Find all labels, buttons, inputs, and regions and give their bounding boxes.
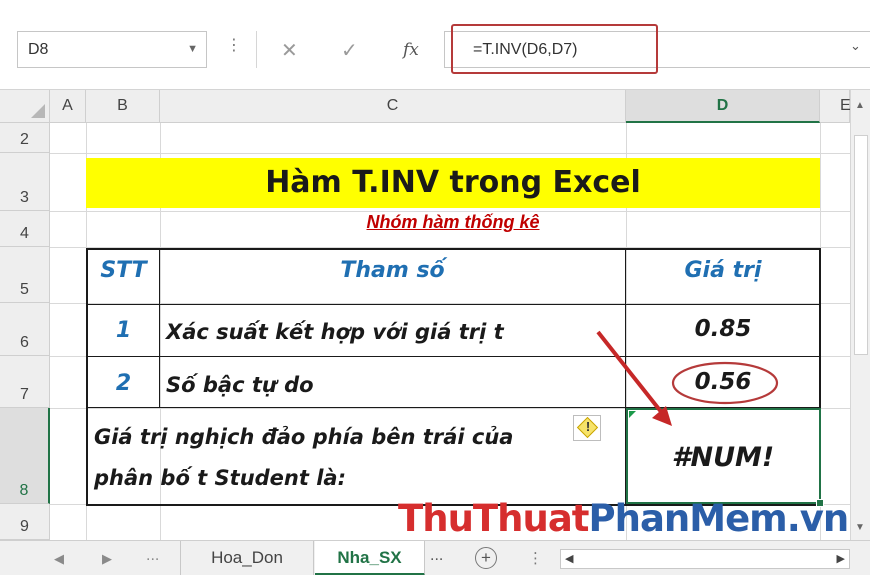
highlight-ellipse <box>671 361 779 405</box>
column-header-d[interactable]: D <box>626 90 820 123</box>
row-number: 2 <box>20 131 29 148</box>
chevron-down-icon[interactable]: ▼ <box>187 43 198 55</box>
formula-highlight-box <box>451 24 658 74</box>
tab-nha-sx[interactable]: Nha_SX <box>315 541 425 575</box>
enter-icon[interactable]: ✓ <box>341 38 358 63</box>
watermark: ThuThuatPhanMem.vn <box>398 497 850 540</box>
row-header-4[interactable]: 4 <box>0 211 50 247</box>
tab-split-handle[interactable]: ⋮ <box>528 549 543 567</box>
tab-overflow[interactable]: ... <box>430 547 443 565</box>
scroll-left-icon[interactable]: ◀ <box>565 552 573 565</box>
row-header-8[interactable]: 8 <box>0 408 50 504</box>
row-number: 8 <box>19 482 29 499</box>
vertical-scrollbar[interactable]: ▲ ▼ <box>850 90 870 540</box>
header-stt: STT <box>100 258 147 283</box>
row-header-5[interactable]: 5 <box>0 247 50 303</box>
result-label-line1[interactable]: Giá trị nghịch đảo phía bên trái của <box>94 425 574 449</box>
annotation-overlay <box>596 330 779 426</box>
row-header-3[interactable]: 3 <box>0 153 50 211</box>
cell-param-2[interactable]: Số bậc tự do <box>166 373 624 397</box>
scroll-thumb[interactable] <box>854 135 868 355</box>
sheet-title: Hàm T.INV trong Excel <box>265 165 641 200</box>
result-label-line2[interactable]: phân bố t Student là: <box>94 466 574 490</box>
tab-more-left[interactable]: ... <box>146 547 159 565</box>
add-sheet-button[interactable]: + <box>475 547 497 569</box>
column-header-a[interactable]: A <box>50 90 86 123</box>
tab-hoa-don[interactable]: Hoa_Don <box>180 541 314 575</box>
row-number: 3 <box>20 189 29 206</box>
cancel-icon[interactable]: ✕ <box>281 38 298 63</box>
column-header-e[interactable]: E <box>820 90 851 123</box>
row-header-9[interactable]: 9 <box>0 504 50 540</box>
more-options-icon[interactable]: ⋮ <box>226 38 242 54</box>
row-header-6[interactable]: 6 <box>0 303 50 356</box>
formula-bar: D8 ▼ ⋮ ✕ ✓ fx =T.INV(D6,D7) ⌄ <box>0 0 870 90</box>
select-all-corner[interactable] <box>0 90 50 123</box>
row-number: 9 <box>20 518 29 535</box>
row-header-7[interactable]: 7 <box>0 356 50 408</box>
watermark-part1: ThuThuat <box>398 497 589 540</box>
scroll-down-icon[interactable]: ▼ <box>855 522 865 533</box>
name-box-value: D8 <box>28 41 49 58</box>
name-box[interactable]: D8 ▼ <box>17 31 207 68</box>
scroll-right-icon[interactable]: ▶ <box>837 552 845 565</box>
cell-stt-1[interactable]: 1 <box>88 318 159 343</box>
header-param: Tham số <box>340 258 445 283</box>
horizontal-scrollbar[interactable]: ◀ ▶ <box>560 549 850 569</box>
watermark-part2: PhanMem.vn <box>588 497 850 540</box>
cell-param-1[interactable]: Xác suất kết hợp với giá trị t <box>166 320 624 344</box>
tab-next-icon[interactable]: ▶ <box>102 551 112 567</box>
row-number: 4 <box>20 225 29 242</box>
row-header-2[interactable]: 2 <box>0 123 50 153</box>
sheet-tab-bar: ◀ ▶ ... Hoa_Don Nha_SX ... + ⋮ ◀ ▶ <box>0 540 870 575</box>
row-number: 5 <box>20 281 29 298</box>
insert-function-icon[interactable]: fx <box>403 40 419 60</box>
formula-buttons: ✕ ✓ fx <box>256 31 444 68</box>
scroll-up-icon[interactable]: ▲ <box>855 100 865 111</box>
annotation-arrow-line <box>596 330 668 420</box>
table-border-top <box>86 248 821 250</box>
gridline <box>50 153 850 154</box>
header-value: Giá trị <box>684 258 762 283</box>
column-header-c[interactable]: C <box>160 90 626 123</box>
sheet-subtitle: Nhóm hàm thống kê <box>366 212 540 232</box>
annotation-arrow-head <box>652 406 672 426</box>
column-header-b[interactable]: B <box>86 90 160 123</box>
cell-stt-2[interactable]: 2 <box>88 371 159 396</box>
row-number: 7 <box>20 386 29 403</box>
expand-formula-icon[interactable]: ⌄ <box>850 38 861 54</box>
select-all-triangle-icon <box>31 104 45 118</box>
table-border <box>86 304 821 305</box>
tab-prev-icon[interactable]: ◀ <box>54 551 64 567</box>
row-number: 6 <box>20 334 29 351</box>
